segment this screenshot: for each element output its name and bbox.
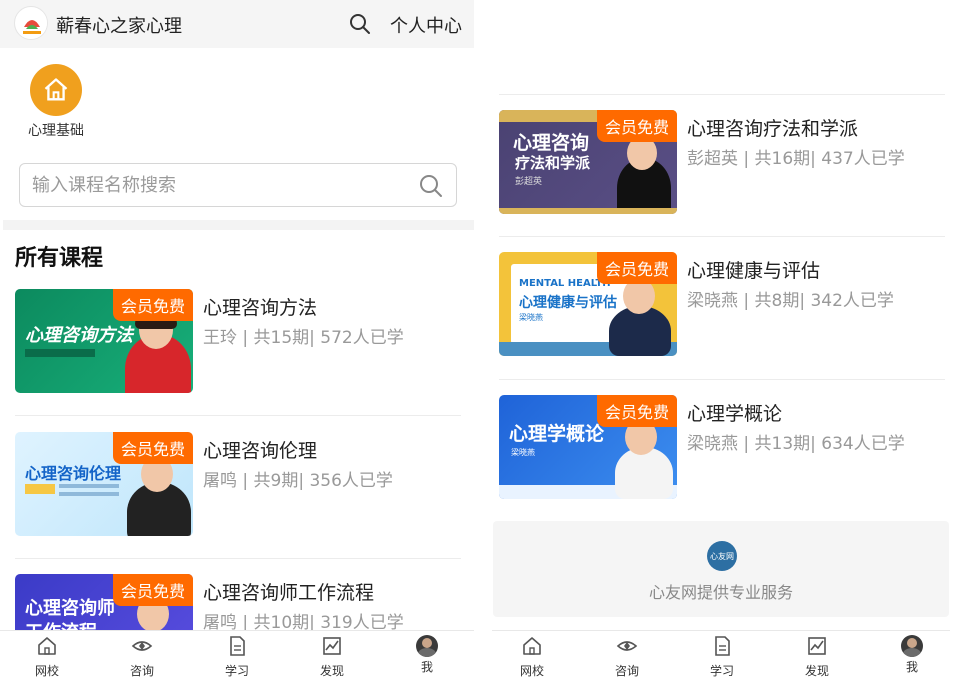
course-title[interactable]: 心理咨询师工作流程 [203, 578, 374, 605]
nav-item-consult[interactable]: 咨询 [112, 635, 172, 679]
divider [499, 236, 945, 237]
bottom-nav: 网校 咨询 学习 发现 我 [0, 630, 474, 680]
nav-item-discover[interactable]: 发现 [787, 635, 847, 679]
course-item[interactable]: MENTAL HEALTH 心理健康与评估 梁晓燕 会员免费 心理健康与评估 梁… [499, 252, 945, 356]
thumb-tag [25, 484, 55, 494]
course-meta: 梁晓燕 | 共8期| 342人已学 [687, 291, 894, 311]
thumb-bottom-stripe [499, 208, 677, 214]
nav-item-discover[interactable]: 发现 [302, 635, 362, 679]
nav-label: 我 [420, 660, 433, 674]
member-free-badge: 会员免费 [596, 252, 677, 284]
thumb-name: 梁晓燕 [511, 448, 535, 457]
nav-label: 发现 [319, 664, 344, 678]
course-title[interactable]: 心理咨询方法 [203, 293, 317, 320]
course-thumbnail[interactable]: 心理咨询方法 会员免费 [15, 289, 193, 393]
member-free-badge: 会员免费 [596, 110, 677, 142]
nav-label: 网校 [519, 664, 544, 678]
course-thumbnail[interactable]: MENTAL HEALTH 心理健康与评估 梁晓燕 会员免费 [499, 252, 677, 356]
course-search-input[interactable] [32, 172, 402, 198]
course-thumbnail[interactable]: 心理咨询伦理 会员免费 [15, 432, 193, 536]
service-text: 心友网提供专业服务 [648, 583, 793, 602]
chart-icon [808, 637, 826, 655]
app-title: 蕲春心之家心理 [56, 16, 182, 37]
section-title: 所有课程 [15, 240, 107, 273]
right-screen: 心理咨询 疗法和学派 彭超英 会员免费 心理咨询疗法和学派 彭超英 | 共16期… [492, 0, 950, 680]
thumb-title: 心理咨询 [513, 132, 590, 154]
app-logo-icon[interactable] [14, 6, 48, 40]
course-meta: 彭超英 | 共16期| 437人已学 [687, 149, 905, 169]
course-meta: 王玲 | 共15期| 572人已学 [203, 328, 404, 348]
course-meta: 屠鸣 | 共9期| 356人已学 [203, 471, 393, 491]
nav-item-me[interactable]: 我 [882, 635, 942, 675]
thumb-banner [25, 349, 95, 357]
nav-label: 学习 [709, 664, 734, 678]
nav-item-consult[interactable]: 咨询 [597, 635, 657, 679]
course-thumbnail[interactable]: 心理咨询 疗法和学派 彭超英 会员免费 [499, 110, 677, 214]
bottom-nav: 网校 咨询 学习 发现 我 [492, 630, 950, 680]
thumb-title-line2: 疗法和学派 [515, 154, 591, 172]
nav-item-school[interactable]: 网校 [502, 635, 562, 679]
section-title-text: 所有课程 [15, 246, 104, 271]
member-free-badge: 会员免费 [112, 432, 193, 464]
xinyou-logo-icon: 心友网 [707, 541, 737, 571]
nav-item-me[interactable]: 我 [397, 635, 457, 675]
nav-item-school[interactable]: 网校 [17, 635, 77, 679]
nav-item-study[interactable]: 学习 [207, 635, 267, 679]
home-icon [523, 637, 541, 655]
divider [499, 379, 945, 380]
course-item[interactable]: 心理咨询 疗法和学派 彭超英 会员免费 心理咨询疗法和学派 彭超英 | 共16期… [499, 110, 945, 214]
nav-label: 网校 [34, 664, 59, 678]
document-icon [715, 636, 730, 656]
thumb-text-line [59, 484, 119, 488]
user-center-link[interactable]: 个人中心 [390, 12, 462, 38]
home-icon [38, 637, 56, 655]
eye-icon [616, 641, 638, 651]
divider [15, 415, 461, 416]
course-search-box [19, 163, 457, 207]
avatar [416, 635, 438, 657]
search-icon[interactable] [348, 12, 372, 36]
course-title[interactable]: 心理健康与评估 [687, 256, 820, 283]
thumb-text-line [59, 492, 119, 496]
service-footer: 心友网 心友网提供专业服务 [493, 521, 949, 617]
category-psychology-basics[interactable]: 心理基础 [18, 64, 94, 140]
member-free-badge: 会员免费 [112, 574, 193, 606]
thumb-title: 心理咨询师 [25, 598, 115, 619]
nav-label: 咨询 [614, 664, 639, 678]
left-screen: 蕲春心之家心理 个人中心 心理基础 所有课程 心理咨询方法 [0, 0, 474, 680]
course-title[interactable]: 心理咨询伦理 [203, 436, 317, 463]
nav-label: 发现 [804, 664, 829, 678]
thumb-title: 心理健康与评估 [519, 295, 617, 311]
thumb-title: 心理学概论 [509, 423, 605, 445]
nav-label: 我 [905, 660, 918, 674]
thumb-title: 心理咨询方法 [25, 325, 133, 346]
course-item[interactable]: 心理咨询方法 会员免费 心理咨询方法 王玲 | 共15期| 572人已学 [15, 289, 461, 393]
divider [499, 94, 945, 95]
nav-item-study[interactable]: 学习 [692, 635, 752, 679]
course-item[interactable]: 心理咨询伦理 会员免费 心理咨询伦理 屠鸣 | 共9期| 356人已学 [15, 432, 461, 536]
thumb-name: 梁晓燕 [519, 313, 543, 322]
thumb-name: 彭超英 [515, 177, 543, 187]
category-label: 心理基础 [28, 123, 84, 139]
home-category-icon [30, 64, 82, 116]
eye-icon [131, 641, 153, 651]
section-divider [3, 220, 474, 230]
course-title[interactable]: 心理咨询疗法和学派 [687, 114, 858, 141]
member-free-badge: 会员免费 [112, 289, 193, 321]
thumb-title: 心理咨询伦理 [25, 464, 122, 483]
top-header: 蕲春心之家心理 个人中心 [0, 0, 474, 48]
course-thumbnail[interactable]: 心理学概论 梁晓燕 会员免费 [499, 395, 677, 499]
nav-label: 咨询 [129, 664, 154, 678]
chart-icon [323, 637, 341, 655]
course-meta: 梁晓燕 | 共13期| 634人已学 [687, 434, 905, 454]
search-icon[interactable] [418, 173, 444, 199]
member-free-badge: 会员免费 [596, 395, 677, 427]
course-item[interactable]: 心理学概论 梁晓燕 会员免费 心理学概论 梁晓燕 | 共13期| 634人已学 [499, 395, 945, 499]
course-title[interactable]: 心理学概论 [687, 399, 782, 426]
avatar [901, 635, 923, 657]
divider [15, 558, 461, 559]
nav-label: 学习 [224, 664, 249, 678]
presenter-image [615, 447, 673, 499]
document-icon [230, 636, 245, 656]
